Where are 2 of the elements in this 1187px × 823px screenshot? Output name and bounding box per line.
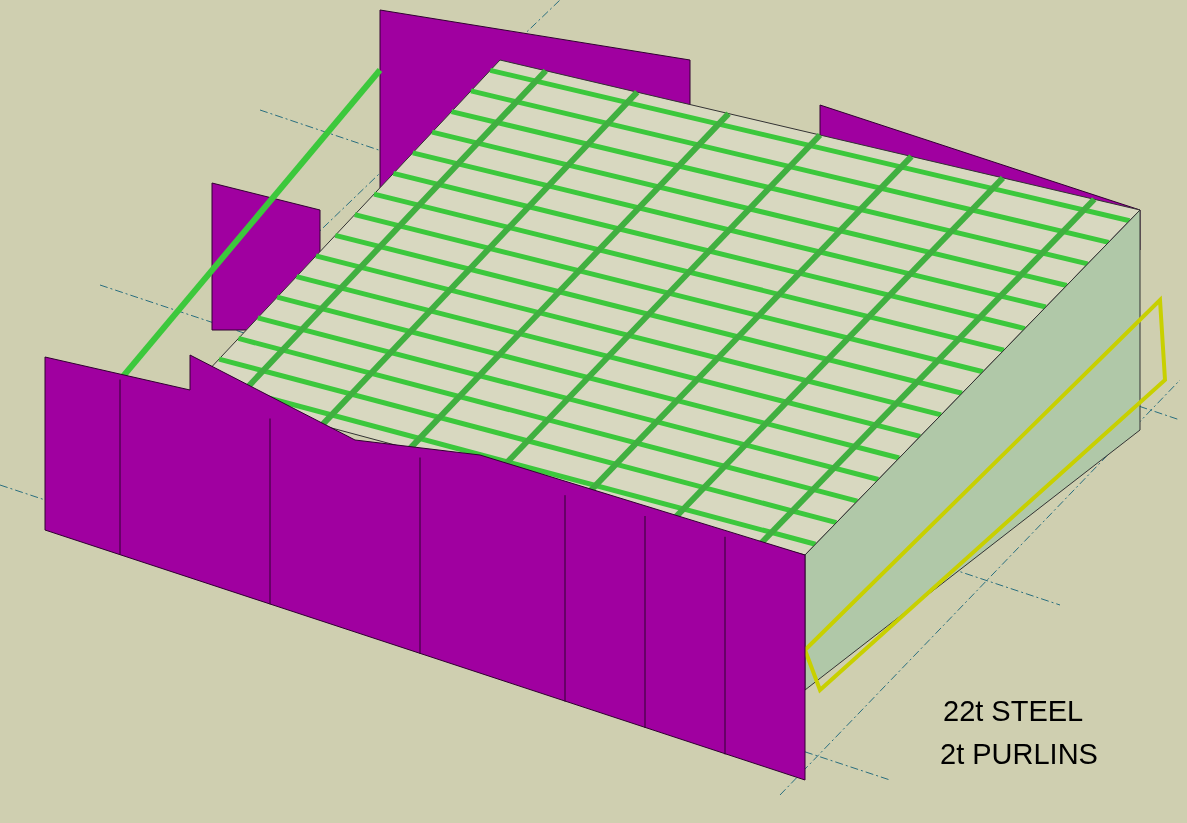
annotation-text: 22t STEEL <box>943 694 1085 729</box>
annotation-text: 2t PURLINS <box>940 737 1098 772</box>
